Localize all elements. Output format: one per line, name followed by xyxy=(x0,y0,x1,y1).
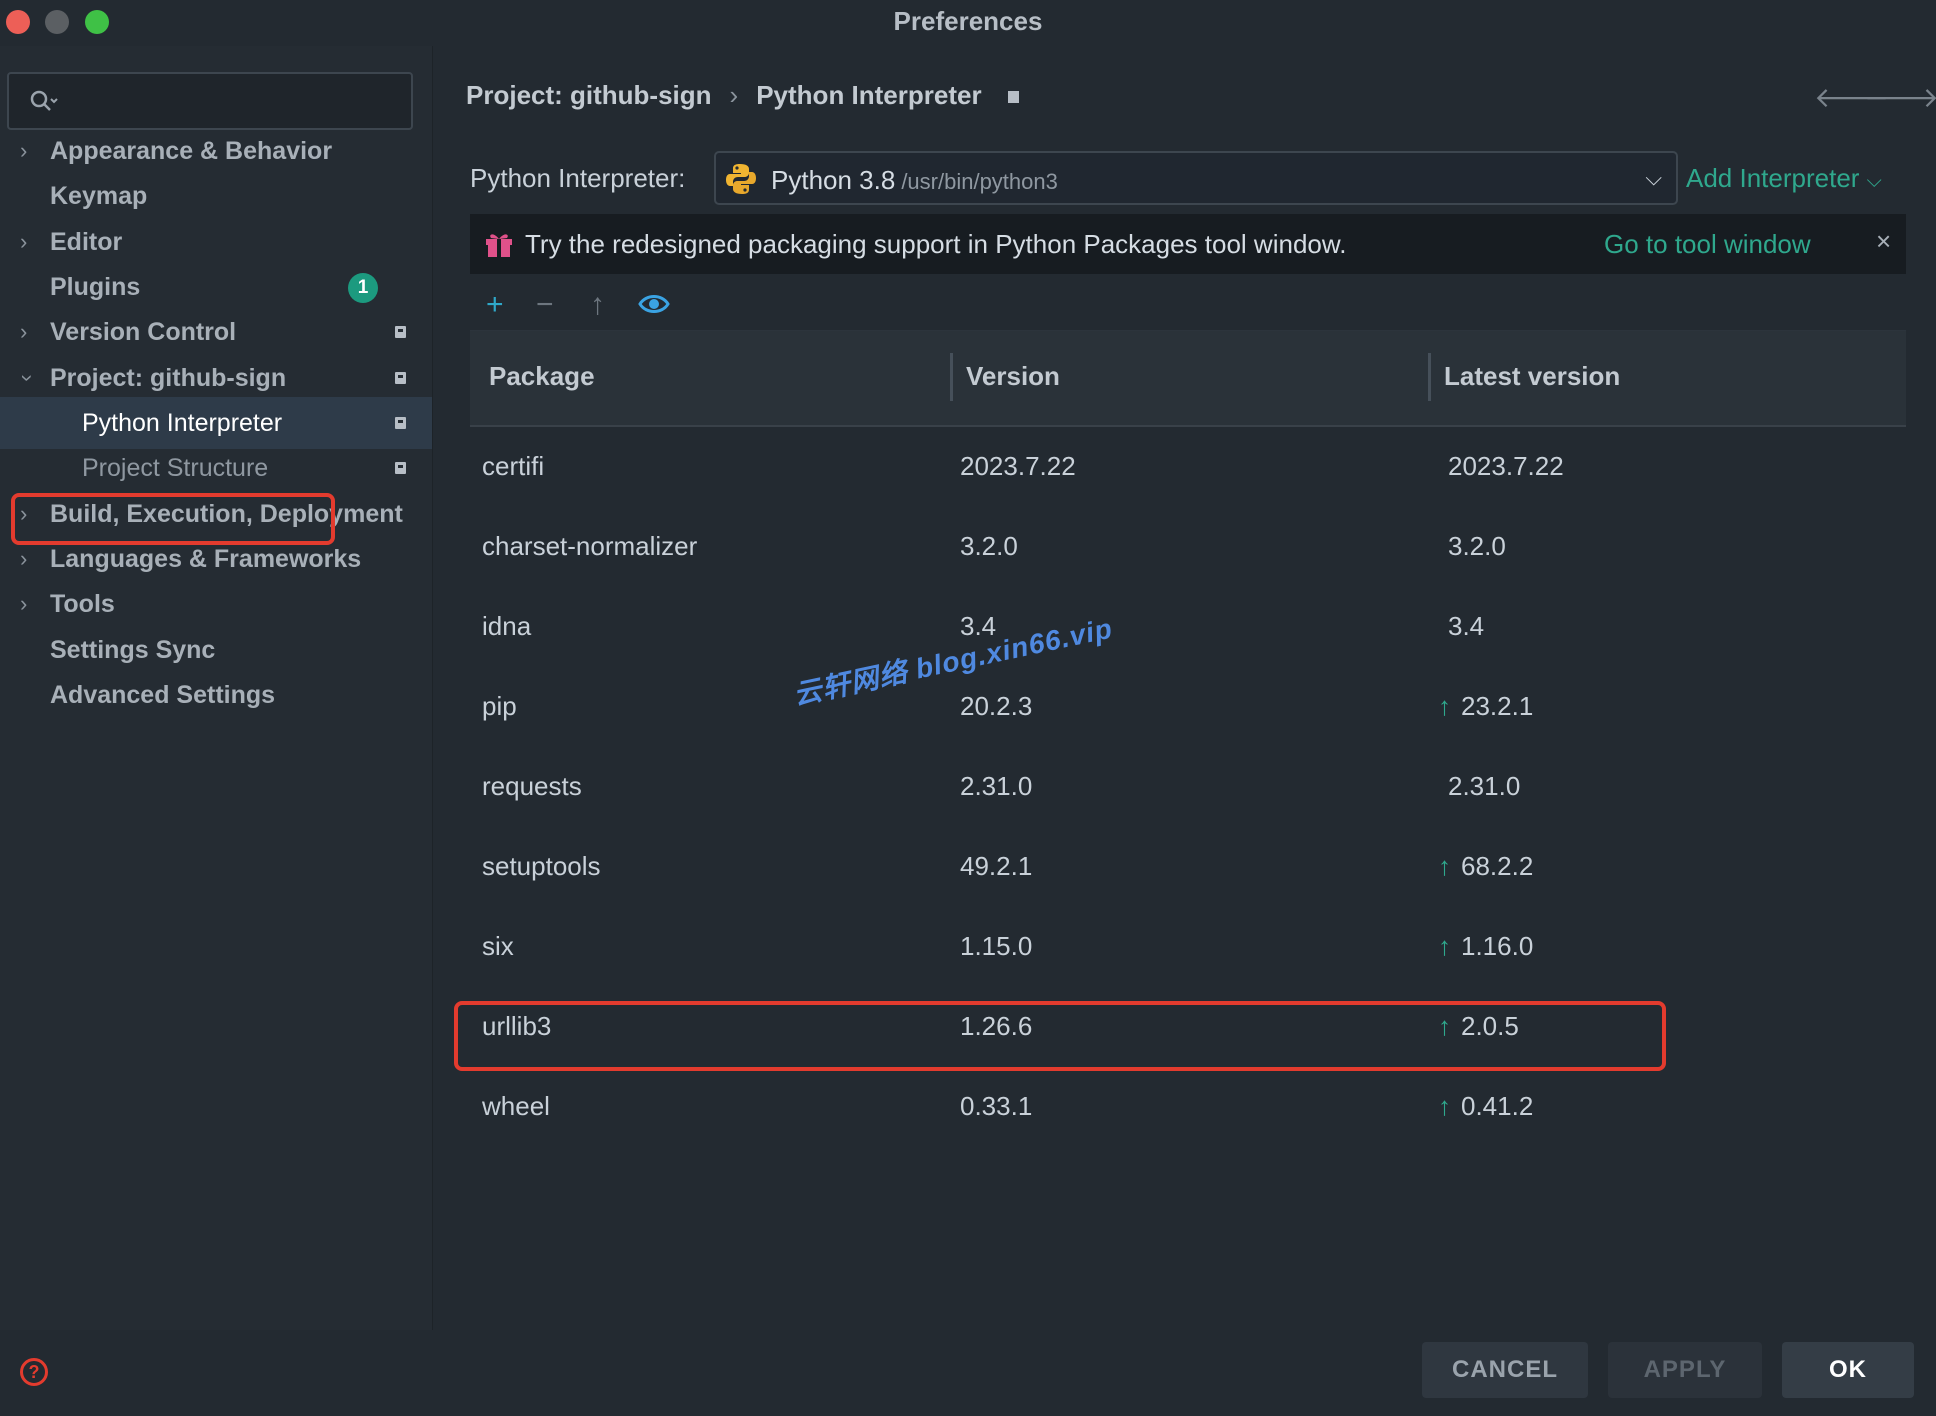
banner-text: Try the redesigned packaging support in … xyxy=(525,229,1347,259)
sidebar-item-advanced-settings[interactable]: Advanced Settings xyxy=(0,669,432,721)
sidebar-item-tools[interactable]: › Tools xyxy=(0,578,432,630)
add-interpreter-button[interactable]: Add Interpreter ⌵ xyxy=(1686,163,1882,194)
table-row[interactable]: six 1.15.0 ↑ 1.16.0 xyxy=(470,907,1906,987)
chevron-down-icon: ⌵ xyxy=(1866,170,1882,192)
upgrade-available-icon: ↑ xyxy=(1438,931,1451,961)
column-divider[interactable] xyxy=(950,353,953,401)
column-header-version[interactable]: Version xyxy=(966,361,1060,392)
chevron-down-icon: ⌵ xyxy=(1645,165,1662,190)
sidebar-item-project-structure[interactable]: Project Structure xyxy=(0,442,432,494)
sidebar-item-version-control[interactable]: › Version Control xyxy=(0,306,432,358)
chevron-down-icon: › xyxy=(15,374,41,382)
remove-package-button[interactable]: − xyxy=(536,288,554,322)
table-row[interactable]: certifi 2023.7.22 2023.7.22 xyxy=(470,427,1906,507)
help-icon[interactable]: ? xyxy=(20,1358,48,1386)
search-input[interactable] xyxy=(7,72,413,130)
table-header: Package Version Latest version xyxy=(470,331,1906,427)
interpreter-label: Python Interpreter: xyxy=(470,163,686,193)
packaging-banner: Try the redesigned packaging support in … xyxy=(470,214,1906,274)
window-title: Preferences xyxy=(893,6,1043,36)
cancel-button[interactable]: CANCEL xyxy=(1422,1342,1588,1398)
interpreter-path: /usr/bin/python3 xyxy=(901,169,1058,194)
breadcrumb: Project: github-sign › Python Interpreter xyxy=(466,80,1019,111)
table-row[interactable]: idna 3.4 3.4 xyxy=(470,587,1906,667)
table-row[interactable]: charset-normalizer 3.2.0 3.2.0 xyxy=(470,507,1906,587)
interpreter-select[interactable]: Python 3.8/usr/bin/python3 ⌵ xyxy=(714,151,1678,205)
table-row[interactable]: wheel 0.33.1 ↑ 0.41.2 xyxy=(470,1067,1906,1147)
project-scope-icon xyxy=(395,417,406,429)
column-divider[interactable] xyxy=(1428,353,1431,401)
packages-toolbar: + − ↑ xyxy=(470,280,1906,330)
plugins-update-badge: 1 xyxy=(348,273,378,303)
show-early-releases-eye-icon[interactable] xyxy=(638,292,670,316)
chevron-right-icon: › xyxy=(20,319,28,344)
column-header-latest-version[interactable]: Latest version xyxy=(1444,361,1620,392)
title-bar: Preferences xyxy=(0,0,1936,46)
upgrade-package-button[interactable]: ↑ xyxy=(590,288,605,322)
sidebar-item-keymap[interactable]: Keymap xyxy=(0,170,432,222)
highlight-annotation-sidebar xyxy=(11,493,335,545)
highlight-annotation-urllib3 xyxy=(454,1001,1666,1071)
column-header-package[interactable]: Package xyxy=(489,361,595,392)
table-row[interactable]: pip 20.2.3 ↑ 23.2.1 xyxy=(470,667,1906,747)
dialog-footer: ? CANCEL APPLY OK xyxy=(0,1330,1936,1416)
project-scope-icon xyxy=(395,462,406,474)
breadcrumb-separator: › xyxy=(729,80,739,110)
breadcrumb-parent[interactable]: Project: github-sign xyxy=(466,80,712,110)
search-icon xyxy=(30,90,58,111)
upgrade-available-icon: ↑ xyxy=(1438,691,1451,721)
go-to-tool-window-link[interactable]: Go to tool window xyxy=(1604,229,1811,260)
banner-close-icon[interactable]: × xyxy=(1876,226,1891,257)
apply-button[interactable]: APPLY xyxy=(1608,1342,1762,1398)
table-row[interactable]: requests 2.31.0 2.31.0 xyxy=(470,747,1906,827)
forward-arrow-icon[interactable]: 🡒 xyxy=(1864,80,1936,114)
sidebar: › Appearance & Behavior Keymap › Editor … xyxy=(0,46,433,1330)
chevron-right-icon: › xyxy=(20,591,28,616)
gift-icon xyxy=(486,234,512,257)
project-scope-icon xyxy=(395,372,406,384)
packages-table: Package Version Latest version certifi 2… xyxy=(454,330,1906,1291)
project-scope-icon xyxy=(1007,91,1019,104)
breadcrumb-current: Python Interpreter xyxy=(756,80,982,110)
interpreter-name: Python 3.8 xyxy=(771,165,896,195)
python-logo-icon xyxy=(726,164,756,194)
upgrade-available-icon: ↑ xyxy=(1438,851,1451,881)
upgrade-available-icon: ↑ xyxy=(1438,1091,1451,1121)
project-scope-icon xyxy=(395,326,406,338)
add-package-button[interactable]: + xyxy=(486,288,504,322)
table-row[interactable]: setuptools 49.2.1 ↑ 68.2.2 xyxy=(470,827,1906,907)
ok-button[interactable]: OK xyxy=(1782,1342,1914,1398)
